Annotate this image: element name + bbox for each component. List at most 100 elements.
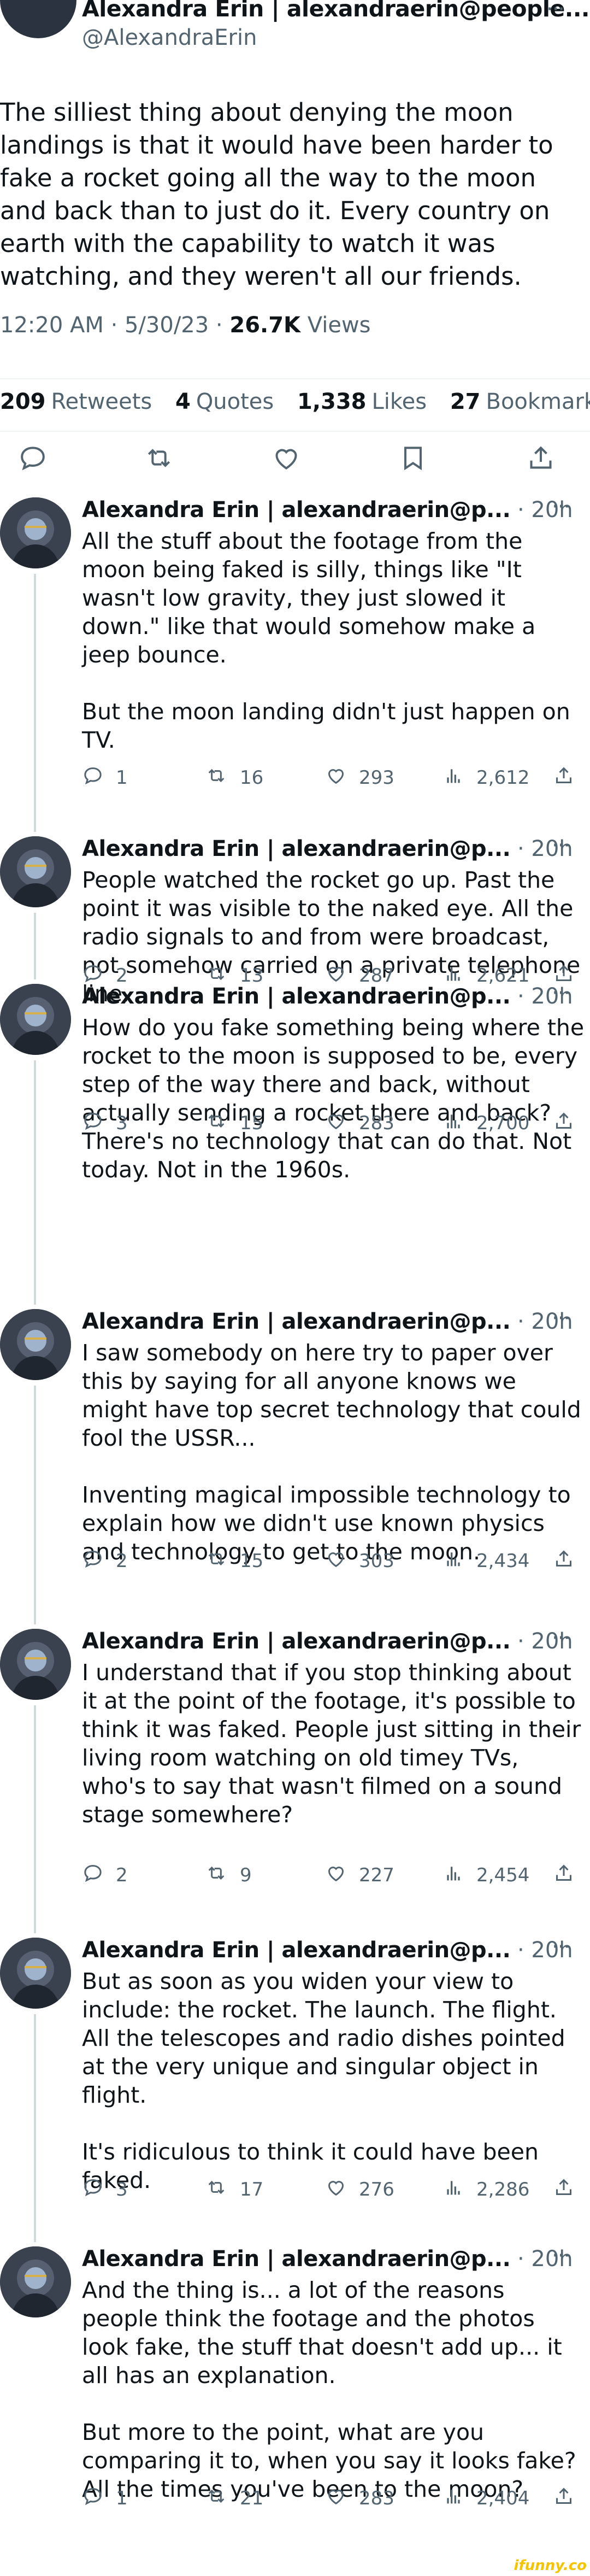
more-options-icon[interactable]: ··· <box>552 2243 570 2268</box>
author-avatar[interactable] <box>0 0 76 38</box>
retweet-button[interactable]: 17 <box>205 2176 263 2203</box>
like-icon <box>325 1110 359 1137</box>
like-button[interactable]: 303 <box>325 1547 394 1575</box>
retweet-button[interactable]: 15 <box>205 1547 263 1575</box>
more-options-icon[interactable]: ··· <box>546 0 565 22</box>
reply-author-name[interactable]: Alexandra Erin | alexandraerin@p... <box>82 984 511 1009</box>
quotes-count: 4 <box>175 389 191 414</box>
retweets-stat[interactable]: 209 Retweets <box>0 389 168 414</box>
reply-author-name[interactable]: Alexandra Erin | alexandraerin@p... <box>82 1309 511 1334</box>
reply-paragraph: But as soon as you widen your view to in… <box>82 1968 565 2108</box>
more-options-icon[interactable]: ··· <box>552 1306 570 1331</box>
retweet-button[interactable]: 21 <box>205 2485 263 2512</box>
quotes-stat[interactable]: 4 Quotes <box>175 389 290 414</box>
views-count: 26.7K <box>229 313 301 338</box>
like-count: 293 <box>359 767 394 789</box>
views-button[interactable]: 2,700 <box>442 1110 529 1137</box>
reply-paragraph: I understand that if you stop thinking a… <box>82 1659 581 1828</box>
divider <box>0 378 590 379</box>
reply-author-name[interactable]: Alexandra Erin | alexandraerin@p... <box>82 1629 511 1654</box>
reply-author-name[interactable]: Alexandra Erin | alexandraerin@p... <box>82 1938 511 1963</box>
share-button[interactable] <box>553 2485 587 2512</box>
retweet-count: 15 <box>240 1550 264 1572</box>
reply-author-name[interactable]: Alexandra Erin | alexandraerin@p... <box>82 497 511 523</box>
like-count: 227 <box>359 1864 394 1886</box>
reply-actions: 3 17 276 2,286 <box>82 2176 590 2203</box>
thread-connector-line <box>34 913 36 979</box>
share-button[interactable] <box>553 1547 587 1575</box>
reply-author-avatar[interactable] <box>0 497 71 568</box>
more-options-icon[interactable]: ··· <box>552 1626 570 1651</box>
divider <box>0 431 590 432</box>
reply-header: Alexandra Erin | alexandraerin@p... · 20… <box>82 984 573 1009</box>
reply-icon <box>82 1110 116 1137</box>
reply-author-name[interactable]: Alexandra Erin | alexandraerin@p... <box>82 2246 511 2272</box>
quotes-label: Quotes <box>196 389 274 414</box>
reply-count: 3 <box>116 2179 128 2201</box>
reply-author-avatar[interactable] <box>0 984 71 1055</box>
like-button[interactable]: 283 <box>325 1110 394 1137</box>
reply-author-avatar[interactable] <box>0 1938 71 2009</box>
reply-button[interactable]: 2 <box>82 1547 128 1575</box>
retweet-count: 21 <box>240 2487 264 2509</box>
reply-button[interactable]: 3 <box>82 1110 128 1137</box>
views-count: 2,434 <box>476 1550 530 1572</box>
views-button[interactable]: 2,404 <box>442 2485 529 2512</box>
more-options-icon[interactable]: ··· <box>552 981 570 1006</box>
share-button[interactable] <box>553 1862 587 1889</box>
retweet-icon[interactable] <box>143 443 176 476</box>
like-button[interactable]: 283 <box>325 2485 394 2512</box>
bookmarks-stat[interactable]: 27Bookmarks <box>450 389 590 414</box>
reply-header: Alexandra Erin | alexandraerin@p... · 20… <box>82 2246 573 2272</box>
share-icon <box>553 1862 587 1889</box>
retweet-icon <box>205 765 240 791</box>
like-button[interactable]: 227 <box>325 1862 394 1889</box>
reply-icon[interactable] <box>17 443 50 476</box>
author-handle[interactable]: @AlexandraErin <box>82 25 257 50</box>
share-button[interactable] <box>553 1110 587 1137</box>
reply-text: All the stuff about the footage from the… <box>82 527 585 754</box>
retweet-button[interactable]: 15 <box>205 1110 263 1137</box>
reply-author-avatar[interactable] <box>0 836 71 907</box>
reply-paragraph: How do you fake something being where th… <box>82 1014 585 1183</box>
like-count: 283 <box>359 1112 394 1134</box>
share-button[interactable] <box>553 2176 587 2203</box>
tweet-meta: 12:20 AM · 5/30/23 · 26.7K Views <box>0 313 371 338</box>
views-button[interactable]: 2,454 <box>442 1862 529 1889</box>
reply-button[interactable]: 3 <box>82 2176 128 2203</box>
views-button[interactable]: 2,434 <box>442 1547 529 1575</box>
bookmark-icon[interactable] <box>398 443 430 476</box>
reply-button[interactable]: 1 <box>82 764 128 791</box>
thread-connector-line <box>34 1705 36 1933</box>
like-button[interactable]: 276 <box>325 2176 394 2203</box>
retweet-button[interactable]: 9 <box>205 1862 252 1889</box>
bookmarks-count: 27 <box>450 389 481 414</box>
reply-author-avatar[interactable] <box>0 1629 71 1700</box>
reply-author-avatar[interactable] <box>0 2246 71 2317</box>
views-button[interactable]: 2,612 <box>442 764 529 791</box>
author-name[interactable]: Alexandra Erin | alexandraerin@people... <box>82 0 590 22</box>
views-count: 2,700 <box>476 1112 530 1134</box>
more-options-icon[interactable]: ··· <box>552 494 570 519</box>
share-button[interactable] <box>553 764 587 791</box>
retweet-button[interactable]: 16 <box>205 764 263 791</box>
like-icon <box>325 2176 359 2203</box>
engagement-stats: 209 Retweets 4 Quotes 1,338 Likes 27 Bookmar… <box>0 389 590 414</box>
reply-button[interactable]: 1 <box>82 2485 128 2512</box>
share-icon[interactable] <box>526 443 558 476</box>
like-button[interactable]: 293 <box>325 764 394 791</box>
share-icon <box>553 2176 587 2203</box>
likes-stat[interactable]: 1,338 Likes <box>297 389 443 414</box>
retweet-count: 9 <box>240 1864 252 1886</box>
more-options-icon[interactable]: ··· <box>552 1934 570 1959</box>
reply-author-avatar[interactable] <box>0 1309 71 1380</box>
reply-author-name[interactable]: Alexandra Erin | alexandraerin@p... <box>82 836 511 861</box>
tweet-timestamp[interactable]: 12:20 AM · 5/30/23 · <box>0 313 229 338</box>
like-icon[interactable] <box>271 443 304 476</box>
views-count: 2,612 <box>476 767 530 789</box>
retweets-count: 209 <box>0 389 46 414</box>
reply-actions: 1 16 293 2,612 <box>82 764 590 791</box>
reply-button[interactable]: 2 <box>82 1862 128 1889</box>
views-button[interactable]: 2,286 <box>442 2176 529 2203</box>
more-options-icon[interactable]: ··· <box>552 833 570 858</box>
